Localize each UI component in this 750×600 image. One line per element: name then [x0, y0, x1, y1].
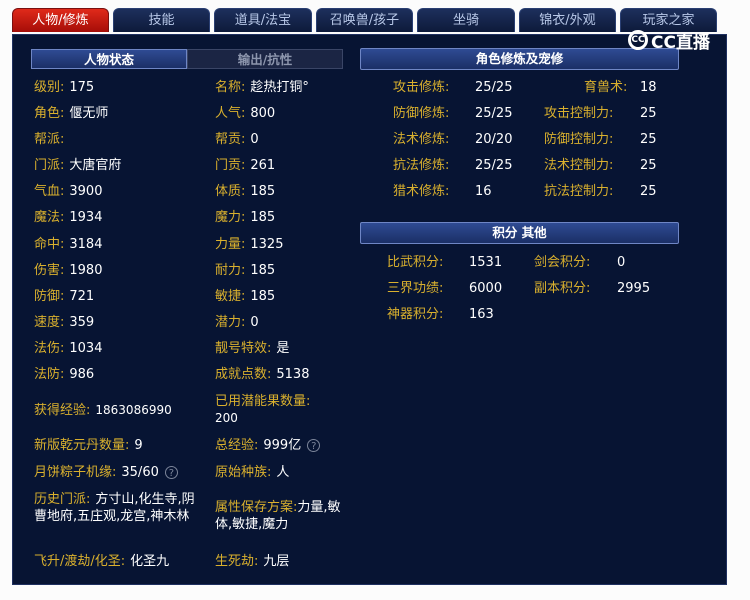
cc-logo-icon: CC [628, 30, 648, 50]
stat-faction: 门派: 大唐官府 [34, 158, 122, 173]
inner-tab-output-resistance[interactable]: 输出/抗性 [187, 49, 343, 69]
stat-hp: 气血: 3900 [34, 184, 103, 199]
cultivation-row: 法术修炼: 20/20 [393, 132, 513, 147]
main-tab-bar: 人物/修炼 技能 道具/法宝 召唤兽/孩子 坐骑 锦衣/外观 玩家之家 [12, 8, 727, 34]
stat-guild-contribution: 帮贡: 0 [215, 132, 259, 147]
stat-achievement-points: 成就点数: 5138 [215, 367, 310, 382]
tab-pets-children[interactable]: 召唤兽/孩子 [316, 8, 413, 32]
cc-live-logo: CC CC直播 [628, 27, 710, 53]
score-row: 比武积分: 1531 [387, 255, 503, 270]
stat-damage: 伤害: 1980 [34, 263, 103, 278]
stat-potential: 潜力: 0 [215, 315, 259, 330]
stat-total-experience: 总经验: 999亿? [215, 437, 321, 454]
character-panel: 人物状态 输出/抗性 级别: 175 角色: 偃无师 帮派: 门派: 大唐官府 气血:… [12, 34, 727, 585]
cultivation-row: 法术控制力: 25 [544, 158, 657, 173]
tab-skills[interactable]: 技能 [113, 8, 210, 32]
stat-life-death-trial: 生死劫: 九层 [215, 554, 290, 569]
stat-popularity: 人气: 800 [215, 106, 276, 121]
inner-tab-character-status[interactable]: 人物状态 [31, 49, 187, 69]
stat-speed: 速度: 359 [34, 315, 95, 330]
score-row: 剑会积分: 0 [534, 255, 626, 270]
stat-agility: 敏捷: 185 [215, 289, 276, 304]
stat-name: 名称: 趁热打铜° [215, 80, 309, 95]
stat-used-potential-fruit: 已用潜能果数量: 200 [215, 394, 311, 425]
cultivation-row: 抗法修炼: 25/25 [393, 158, 513, 173]
score-row: 神器积分: 163 [387, 307, 494, 322]
stat-endurance: 耐力: 185 [215, 263, 276, 278]
tab-mounts[interactable]: 坐骑 [417, 8, 515, 32]
stat-attribute-save-plan: 属性保存方案:力量,敏体,敏捷,魔力 [215, 500, 341, 532]
stat-vanity-effect: 靓号特效: 是 [215, 341, 290, 356]
stat-qianyuan-pills: 新版乾元丹数量: 9 [34, 438, 143, 453]
cultivation-row: 防御修炼: 25/25 [393, 106, 513, 121]
stat-constitution: 体质: 185 [215, 184, 276, 199]
cultivation-row: 攻击修炼: 25/25 [393, 80, 513, 95]
stat-role: 角色: 偃无师 [34, 106, 109, 121]
cultivation-row: 攻击控制力: 25 [544, 106, 657, 121]
stat-faction-contribution: 门贡: 261 [215, 158, 276, 173]
cultivation-row: 猎术修炼: 16 [393, 184, 492, 199]
stat-original-race: 原始种族: 人 [215, 465, 290, 480]
logo-text: CC直播 [651, 32, 710, 53]
stat-magic-damage: 法伤: 1034 [34, 341, 103, 356]
stat-experience: 获得经验: 1863086990 [34, 403, 172, 418]
cultivation-row: 抗法控制力: 25 [544, 184, 657, 199]
stat-mooncake-chance: 月饼粽子机缘: 35/60? [34, 464, 178, 481]
stat-mp: 魔法: 1934 [34, 210, 103, 225]
stat-history-factions: 历史门派: 方寸山,化生寺,阴曹地府,五庄观,龙宫,神木林 [34, 492, 195, 524]
stat-magic-defense: 法防: 986 [34, 367, 95, 382]
section-header-score: 积分 其他 [360, 222, 679, 244]
help-icon[interactable]: ? [307, 439, 321, 452]
cultivation-row: 育兽术: 18 [584, 80, 657, 95]
tab-character-cultivation[interactable]: 人物/修炼 [12, 8, 109, 32]
tab-outfit-appearance[interactable]: 锦衣/外观 [519, 8, 616, 32]
stat-strength: 力量: 1325 [215, 237, 284, 252]
stat-defense: 防御: 721 [34, 289, 95, 304]
stat-guild: 帮派: [34, 132, 65, 147]
stat-ascension: 飞升/渡劫/化圣: 化圣九 [34, 554, 170, 569]
stat-hit: 命中: 3184 [34, 237, 103, 252]
score-row: 副本积分: 2995 [534, 281, 651, 296]
tab-items-treasures[interactable]: 道具/法宝 [214, 8, 312, 32]
cultivation-row: 防御控制力: 25 [544, 132, 657, 147]
stat-level: 级别: 175 [34, 80, 95, 95]
score-row: 三界功绩: 6000 [387, 281, 503, 296]
help-icon[interactable]: ? [164, 466, 178, 479]
stat-magic-power: 魔力: 185 [215, 210, 276, 225]
